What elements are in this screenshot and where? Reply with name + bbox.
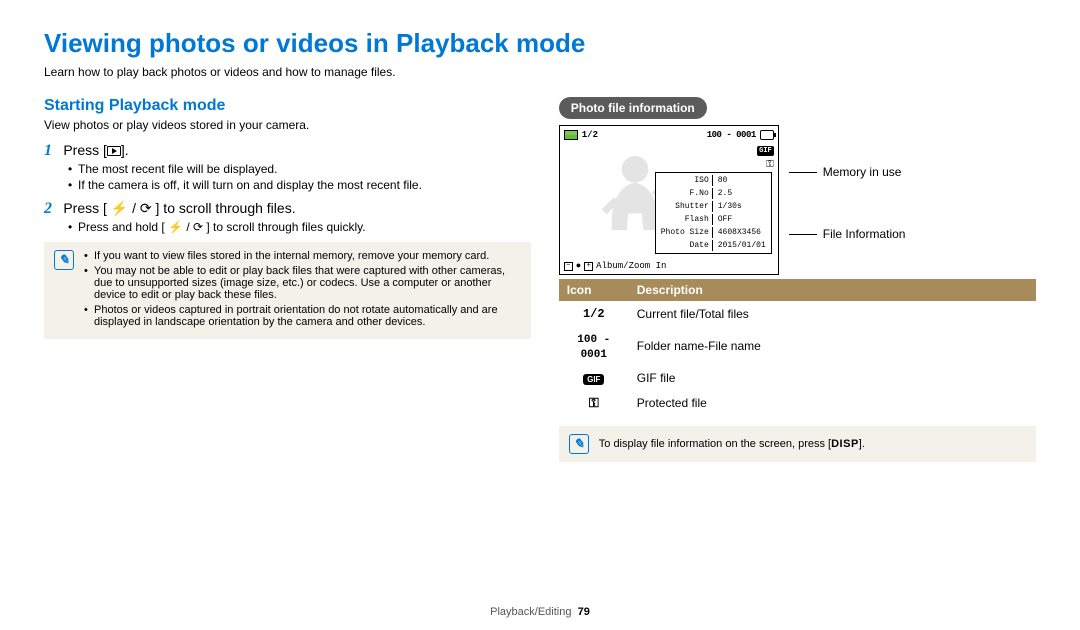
bullet: If the camera is off, it will turn on an… bbox=[68, 178, 531, 192]
tip-item: You may not be able to edit or play back… bbox=[84, 265, 521, 301]
playback-button-icon bbox=[107, 146, 121, 156]
file-count: 1/2 bbox=[582, 130, 598, 140]
table-header-desc: Description bbox=[629, 279, 1036, 301]
preview-bottom-hint: − ● + Album/Zoom In bbox=[564, 261, 667, 271]
page-footer: Playback/Editing 79 bbox=[0, 606, 1080, 618]
step-2-bullets: Press and hold [ ⚡ / ⟳ ] to scroll throu… bbox=[68, 220, 531, 234]
zoom-dot-icon: ● bbox=[576, 261, 581, 271]
table-header-icon: Icon bbox=[559, 279, 629, 301]
tip-box-disp: ✎ To display file information on the scr… bbox=[559, 426, 1036, 462]
section-desc: View photos or play videos stored in you… bbox=[44, 118, 531, 132]
tip-disp-text: To display file information on the scree… bbox=[599, 438, 865, 450]
bullet: The most recent file will be displayed. bbox=[68, 162, 531, 176]
folder-file: 100 - 0001 bbox=[707, 130, 756, 140]
gif-badge-icon: GIF bbox=[757, 146, 774, 156]
icon-cell: 100 - 0001 bbox=[577, 334, 610, 361]
table-row: GIF GIF file bbox=[559, 366, 1036, 390]
callout-memory: Memory in use bbox=[789, 165, 906, 179]
tip-item: If you want to view files stored in the … bbox=[84, 250, 521, 262]
step-1-text: Press []. bbox=[63, 142, 128, 158]
page-title: Viewing photos or videos in Playback mod… bbox=[44, 28, 1036, 59]
step-1-bullets: The most recent file will be displayed. … bbox=[68, 162, 531, 192]
screen-preview: 1/2 100 - 0001 GIF ⚿ ISO80 bbox=[559, 125, 779, 275]
bullet: Press and hold [ ⚡ / ⟳ ] to scroll throu… bbox=[68, 220, 531, 234]
callout-labels: Memory in use File Information bbox=[789, 159, 906, 241]
note-icon: ✎ bbox=[54, 250, 74, 270]
section-heading: Starting Playback mode bbox=[44, 97, 531, 115]
columns: Starting Playback mode View photos or pl… bbox=[44, 97, 1036, 462]
desc-cell: GIF file bbox=[629, 366, 1036, 390]
icon-description-table: Icon Description 1/2 Current file/Total … bbox=[559, 279, 1036, 416]
step1-pre: Press [ bbox=[63, 142, 107, 158]
subsection-pill: Photo file information bbox=[559, 97, 707, 119]
icon-cell: 1/2 bbox=[583, 307, 605, 321]
step-1: 1 Press []. The most recent file will be… bbox=[44, 142, 531, 192]
preview-row: 1/2 100 - 0001 GIF ⚿ ISO80 bbox=[559, 125, 1036, 275]
thumbnail-icon bbox=[564, 130, 578, 140]
step-2: 2 Press [ ⚡ / ⟳ ] to scroll through file… bbox=[44, 200, 531, 234]
table-row: 1/2 Current file/Total files bbox=[559, 301, 1036, 326]
plus-icon: + bbox=[584, 262, 593, 271]
minus-icon: − bbox=[564, 262, 573, 271]
step1-post: ]. bbox=[121, 142, 129, 158]
desc-cell: Folder name-File name bbox=[629, 326, 1036, 366]
table-row: ⚿ Protected file bbox=[559, 390, 1036, 416]
table-row: 100 - 0001 Folder name-File name bbox=[559, 326, 1036, 366]
step-number-1: 1 bbox=[44, 142, 60, 160]
gif-icon: GIF bbox=[583, 374, 604, 385]
file-info-table: ISO80 F.No2.5 Shutter1/30s FlashOFF Phot… bbox=[655, 172, 772, 254]
tip-item: Photos or videos captured in portrait or… bbox=[84, 304, 521, 328]
intro-text: Learn how to play back photos or videos … bbox=[44, 65, 1036, 79]
key-icon: ⚿ bbox=[589, 395, 599, 410]
step-2-text: Press [ ⚡ / ⟳ ] to scroll through files. bbox=[63, 200, 295, 216]
desc-cell: Protected file bbox=[629, 390, 1036, 416]
memory-icon bbox=[760, 130, 774, 140]
left-column: Starting Playback mode View photos or pl… bbox=[44, 97, 531, 462]
note-icon: ✎ bbox=[569, 434, 589, 454]
step-number-2: 2 bbox=[44, 200, 60, 218]
tip-box: ✎ If you want to view files stored in th… bbox=[44, 242, 531, 339]
disp-button-label: DISP bbox=[831, 438, 859, 450]
zoom-label: Album/Zoom In bbox=[596, 261, 666, 271]
tip-list: If you want to view files stored in the … bbox=[84, 250, 521, 331]
right-column: Photo file information 1/2 100 - 0001 GI… bbox=[559, 97, 1036, 462]
callout-fileinfo: File Information bbox=[789, 227, 906, 241]
protected-icon: ⚿ bbox=[766, 159, 774, 171]
desc-cell: Current file/Total files bbox=[629, 301, 1036, 326]
